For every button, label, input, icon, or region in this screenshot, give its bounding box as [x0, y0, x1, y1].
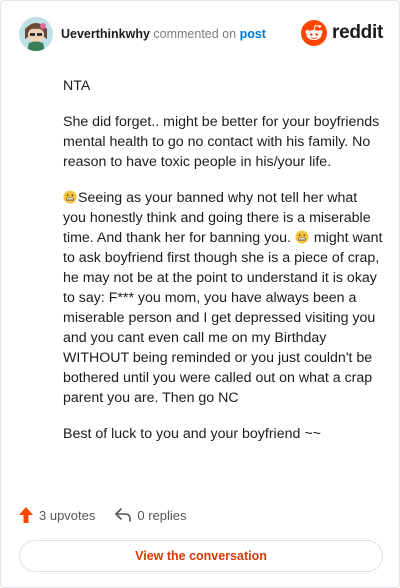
- upvote-count: 3 upvotes: [39, 507, 96, 523]
- username-link[interactable]: Ueverthinkwhy: [61, 27, 150, 41]
- comment-paragraph: NTA: [63, 78, 91, 94]
- reply-count: 0 replies: [137, 507, 187, 523]
- user-avatar[interactable]: [19, 17, 53, 51]
- comment-paragraph: She did forget.. might be better for you…: [63, 114, 380, 170]
- avatar-illustration: [19, 17, 53, 51]
- grimace-emoji-icon: [63, 190, 77, 204]
- upvote-arrow-icon: [19, 507, 33, 523]
- reply-arrow-icon: [115, 508, 132, 522]
- comment-text-segment: might want to ask boyfriend first though…: [63, 230, 383, 406]
- comment-paragraph: Best of luck to you and your boyfriend ~…: [63, 426, 321, 442]
- comment-meta: Ueverthinkwhy commented on post: [61, 27, 266, 41]
- view-conversation-button[interactable]: View the conversation: [19, 540, 383, 572]
- reddit-logo[interactable]: reddit: [301, 20, 383, 46]
- comment-actions: 3 upvotes 0 replies: [19, 507, 207, 523]
- reddit-alien-icon: [301, 20, 328, 46]
- comment-body: NTA She did forget.. might be better for…: [63, 76, 383, 460]
- comment-paragraph: Seeing as your banned why not tell her w…: [63, 188, 383, 408]
- comment-card: Ueverthinkwhy commented on post reddit N…: [0, 0, 400, 588]
- comment-header: Ueverthinkwhy commented on post reddit: [19, 17, 383, 51]
- reddit-wordmark: reddit: [332, 22, 383, 43]
- upvote-button[interactable]: 3 upvotes: [19, 507, 95, 523]
- reply-button[interactable]: 0 replies: [115, 507, 187, 523]
- grimace-emoji-icon: [295, 230, 309, 244]
- post-link[interactable]: post: [240, 27, 266, 41]
- commented-on-label: commented on: [153, 27, 237, 41]
